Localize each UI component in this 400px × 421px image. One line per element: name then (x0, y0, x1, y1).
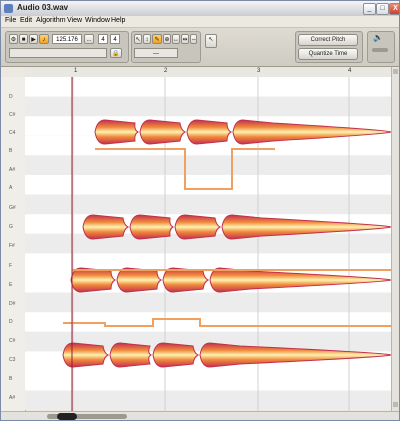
formant-tool-icon[interactable]: ⊕ (163, 34, 171, 44)
pointer-tool-icon[interactable]: ↖ (205, 34, 217, 48)
ruler-mark-4: 4 (348, 68, 352, 74)
key-label: A (9, 185, 13, 191)
menu-algorithm[interactable]: Algorithm (36, 17, 66, 24)
grid-row (25, 155, 391, 175)
pitch-tool-icon[interactable]: ↕ (143, 34, 151, 44)
vertical-scrollbar[interactable] (391, 67, 399, 411)
menu-edit[interactable]: Edit (20, 17, 32, 24)
window-title: Audio 03.wav (17, 3, 69, 12)
note-blob[interactable] (94, 119, 140, 145)
scroll-up-icon[interactable] (393, 69, 398, 74)
speaker-icon[interactable]: ♪ (39, 34, 49, 44)
note-blob[interactable] (82, 214, 130, 240)
ruler-mark-1: 1 (74, 68, 78, 74)
time-signature-numerator[interactable]: 4 (98, 34, 108, 44)
correct-pitch-button[interactable]: Correct Pitch (298, 34, 358, 46)
horizontal-scrollbar[interactable] (1, 411, 399, 420)
key-label: D (9, 319, 13, 325)
grid-row (25, 292, 391, 313)
key-label: G# (9, 205, 16, 211)
tempo-field[interactable]: 125.176 (52, 34, 82, 44)
minimize-button[interactable]: _ (363, 3, 376, 15)
plugin-window: Audio 03.wav _ □ X File Edit Algorithm V… (0, 0, 400, 421)
draw-tool-icon[interactable]: ✎ (152, 34, 162, 44)
tempo-options-button[interactable]: ... (84, 34, 94, 44)
note-blob[interactable] (116, 267, 163, 293)
pitch-grid[interactable] (25, 77, 391, 411)
scroll-down-icon[interactable] (393, 402, 398, 407)
pitch-keyboard: D C# C4 B A# A G# G F# F E D# D C# C3 B … (1, 77, 26, 411)
grid-row (25, 175, 391, 195)
menu-file[interactable]: File (5, 17, 16, 24)
volume-icon: 🔈 (373, 33, 383, 42)
note-editor: 1 2 3 4 D C# C4 B A# A G# G F# F E D# D … (1, 67, 391, 411)
note-blob[interactable] (70, 267, 117, 293)
note-blob[interactable] (129, 214, 175, 240)
ruler-mark-3: 3 (257, 68, 261, 74)
separation-tool-icon[interactable]: ⇹ (181, 34, 189, 44)
key-label: C4 (9, 130, 16, 136)
zoom-handle[interactable] (57, 413, 77, 420)
note-blob[interactable] (174, 214, 222, 240)
key-label: C3 (9, 357, 16, 363)
key-label: F (9, 263, 13, 269)
grid-row (25, 194, 391, 215)
menu-help[interactable]: Help (111, 17, 125, 24)
volume-slider[interactable] (372, 48, 388, 52)
key-label: B (9, 376, 13, 382)
key-label: D# (9, 301, 16, 307)
note-blob[interactable] (62, 342, 110, 368)
key-label: E (9, 282, 13, 288)
key-label: A# (9, 395, 16, 401)
maximize-button[interactable]: □ (376, 3, 389, 15)
position-slider[interactable] (9, 48, 107, 58)
key-label: A# (9, 167, 16, 173)
app-icon (4, 4, 13, 13)
note-blob[interactable] (186, 119, 233, 145)
amplitude-tool-icon[interactable]: ↔ (172, 34, 180, 44)
menu-view[interactable]: View (67, 17, 82, 24)
close-button[interactable]: X (389, 3, 399, 15)
tool-value-field[interactable]: --- (134, 48, 178, 58)
time-signature-denominator[interactable]: 4 (110, 34, 120, 44)
main-tool-icon[interactable]: ↖ (134, 34, 142, 44)
note-blob[interactable] (109, 342, 153, 368)
play-button[interactable]: ▶ (29, 34, 38, 44)
note-blob[interactable] (139, 119, 187, 145)
key-label: C# (9, 112, 16, 118)
stop-button[interactable]: ■ (19, 34, 28, 44)
menu-bar: File Edit Algorithm View Window Help (1, 16, 399, 28)
lock-icon[interactable]: 🔒 (110, 48, 122, 58)
key-label: C# (9, 338, 16, 344)
key-label: G (9, 224, 13, 230)
time-tool-icon[interactable]: ⇔ (190, 34, 197, 44)
title-bar[interactable]: Audio 03.wav _ □ X (1, 1, 399, 17)
settings-icon[interactable]: ⚙ (9, 34, 18, 44)
grid-row (25, 77, 391, 97)
menu-window[interactable]: Window (85, 17, 110, 24)
grid-row (25, 96, 391, 117)
grid-row (25, 371, 391, 391)
note-blob[interactable] (152, 342, 200, 368)
key-label: B (9, 148, 13, 154)
ruler-mark-2: 2 (164, 68, 168, 74)
note-blob[interactable] (162, 267, 210, 293)
grid-row (25, 390, 391, 411)
key-label: F# (9, 243, 15, 249)
quantize-time-button[interactable]: Quantize Time (298, 48, 358, 60)
key-label: D (9, 94, 13, 100)
toolbar: ⚙ ■ ▶ ♪ 125.176 ... 4 4 🔒 ↖ ↕ ✎ ⊕ ↔ ⇹ ⇔ … (1, 28, 399, 67)
